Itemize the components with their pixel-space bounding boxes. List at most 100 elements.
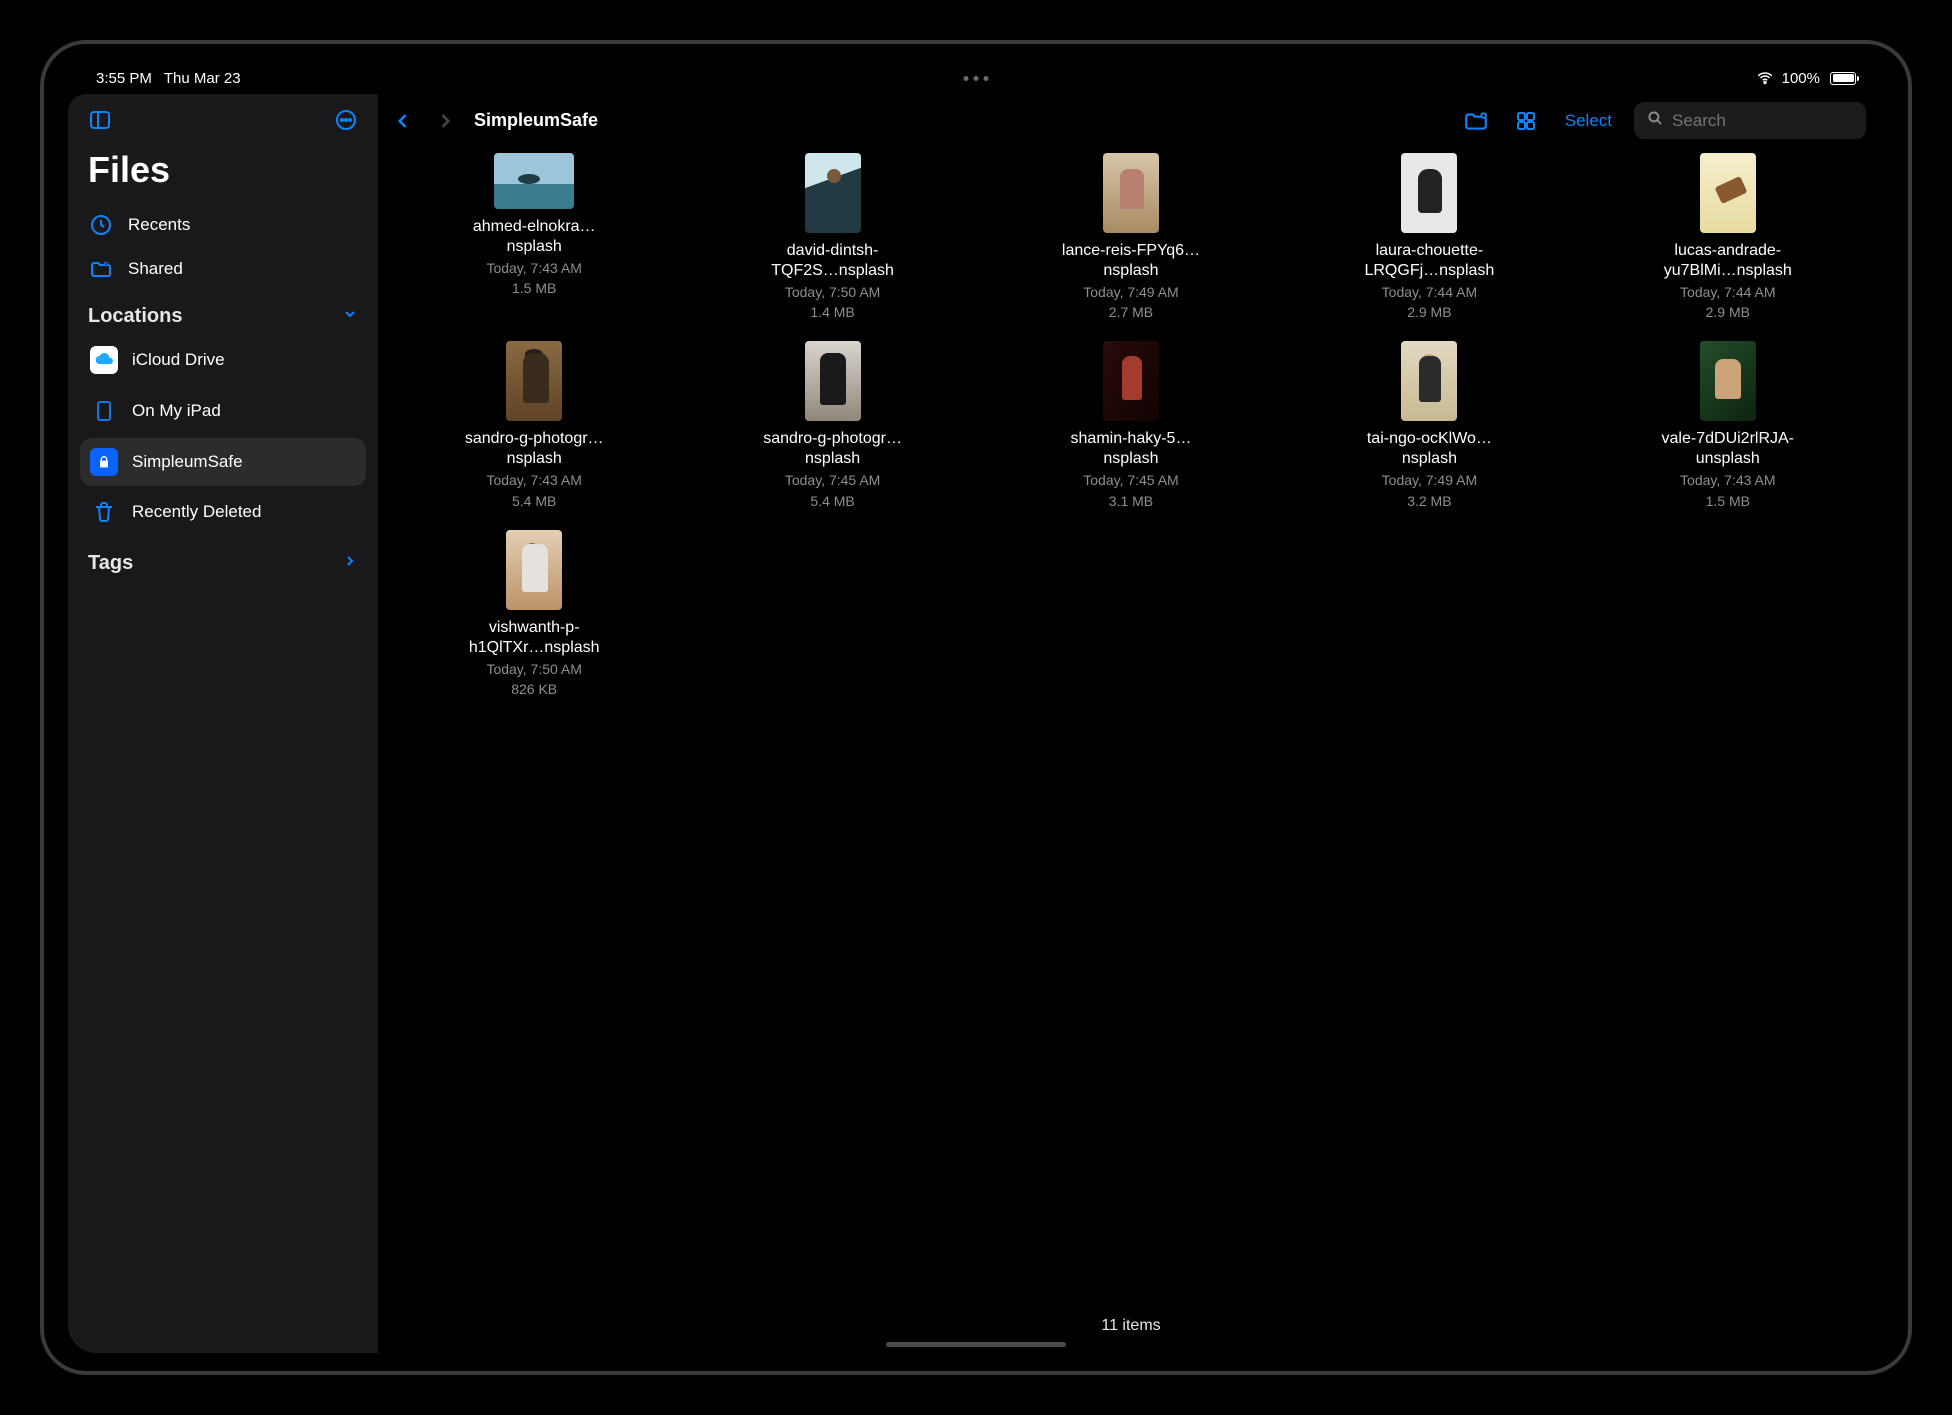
item-count: 11 items — [378, 1307, 1884, 1353]
file-thumbnail — [1103, 153, 1159, 233]
sidebar: Files Recents — [68, 94, 378, 1353]
file-time: Today, 7:49 AM — [1051, 283, 1211, 301]
file-name: vishwanth-p-h1QlTXr…nsplash — [454, 618, 614, 658]
file-name: david-dintsh-TQF2S…nsplash — [753, 241, 913, 281]
device-frame: 3:55 PM Thu Mar 23 100% — [40, 40, 1912, 1375]
file-time: Today, 7:43 AM — [454, 259, 614, 277]
chevron-right-icon — [342, 552, 358, 575]
file-name: lance-reis-FPYq6…nsplash — [1051, 241, 1211, 281]
icloud-icon — [90, 346, 118, 374]
file-time: Today, 7:44 AM — [1349, 283, 1509, 301]
file-size: 5.4 MB — [454, 492, 614, 510]
file-time: Today, 7:50 AM — [753, 283, 913, 301]
file-item[interactable]: lance-reis-FPYq6…nsplash Today, 7:49 AM 2.… — [1051, 153, 1211, 321]
file-thumbnail — [805, 153, 861, 233]
file-name: laura-chouette-LRQGFj…nsplash — [1349, 241, 1509, 281]
file-time: Today, 7:45 AM — [753, 471, 913, 489]
file-thumbnail — [1103, 341, 1159, 421]
multitask-dots[interactable] — [964, 76, 989, 81]
file-item[interactable]: shamin-haky-5…nsplashToday, 7:45 AM3.1 M… — [1051, 341, 1211, 509]
sidebar-item-onmyipad[interactable]: On My iPad — [80, 388, 366, 434]
section-tags[interactable]: Tags — [68, 536, 378, 581]
status-date: Thu Mar 23 — [164, 70, 241, 87]
content-area: SimpleumSafe — [378, 94, 1884, 1353]
file-item[interactable]: tai-ngo-ocKlWo…nsplash Today, 7:49 AM 3.2 … — [1349, 341, 1509, 509]
select-button[interactable]: Select — [1559, 111, 1618, 131]
file-item[interactable]: sandro-g-photogr…nsplash Today, 7:45 AM 5.… — [753, 341, 913, 509]
file-time: Today, 7:50 AM — [454, 660, 614, 678]
file-thumbnail — [1700, 341, 1756, 421]
file-size: 2.7 MB — [1051, 303, 1211, 321]
sidebar-item-icloud[interactable]: iCloud Drive — [80, 336, 366, 384]
folder-shared-icon — [88, 257, 114, 281]
sidebar-item-shared[interactable]: Shared — [68, 247, 378, 291]
sidebar-item-label: SimpleumSafe — [132, 452, 243, 472]
file-item[interactable]: vale-7dDUi2rlRJA-unsplash Today, 7:43 AM 1… — [1648, 341, 1808, 509]
sidebar-item-label: Recently Deleted — [132, 502, 261, 522]
battery-percent: 100% — [1782, 70, 1820, 87]
section-label: Tags — [88, 552, 133, 575]
file-name: sandro-g-photogr…nsplash — [753, 429, 913, 469]
sidebar-item-recents[interactable]: Recents — [68, 203, 378, 247]
file-time: Today, 7:43 AM — [1648, 471, 1808, 489]
sidebar-title: Files — [68, 145, 378, 203]
file-grid: ahmed-elnokra…nsplash Today, 7:43 AM 1.5 M… — [390, 153, 1872, 698]
file-thumbnail — [506, 341, 562, 421]
file-name: sandro-g-photogr…nsplash — [454, 429, 614, 469]
file-item[interactable]: ahmed-elnokra…nsplashToday, 7:43 AM1.5 M… — [454, 153, 614, 321]
file-item[interactable]: lucas-andrade-yu7BlMi…nsplash Today, 7:44… — [1648, 153, 1808, 321]
file-item[interactable]: laura-chouette-LRQGFj…nsplash Today, 7:44… — [1349, 153, 1509, 321]
file-name: vale-7dDUi2rlRJA-unsplash — [1648, 429, 1808, 469]
sidebar-item-simpleumsafe[interactable]: SimpleumSafe — [80, 438, 366, 486]
file-size: 826 KB — [454, 680, 614, 698]
file-name: lucas-andrade-yu7BlMi…nsplash — [1648, 241, 1808, 281]
file-time: Today, 7:49 AM — [1349, 471, 1509, 489]
file-thumbnail — [506, 530, 562, 610]
file-thumbnail — [494, 153, 574, 209]
battery-icon — [1830, 72, 1856, 85]
status-time: 3:55 PM — [96, 70, 152, 87]
file-size: 1.5 MB — [1648, 492, 1808, 510]
lock-icon — [90, 448, 118, 476]
file-item[interactable]: vishwanth-p-h1QlTXr…nsplash Today, 7:50 A… — [454, 530, 614, 698]
file-size: 5.4 MB — [753, 492, 913, 510]
file-size: 1.4 MB — [753, 303, 913, 321]
sidebar-item-label: On My iPad — [132, 401, 221, 421]
file-size: 2.9 MB — [1349, 303, 1509, 321]
trash-icon — [90, 500, 118, 524]
screen: 3:55 PM Thu Mar 23 100% — [68, 62, 1884, 1353]
file-size: 3.2 MB — [1349, 492, 1509, 510]
new-folder-button[interactable] — [1459, 104, 1493, 138]
toolbar: SimpleumSafe — [378, 94, 1884, 147]
chevron-down-icon — [342, 305, 358, 328]
search-icon — [1646, 109, 1664, 132]
section-locations[interactable]: Locations — [68, 291, 378, 334]
file-time: Today, 7:44 AM — [1648, 283, 1808, 301]
file-name: tai-ngo-ocKlWo…nsplash — [1349, 429, 1509, 469]
search-input[interactable] — [1672, 111, 1854, 131]
sidebar-item-label: iCloud Drive — [132, 350, 225, 370]
sidebar-item-recentlydeleted[interactable]: Recently Deleted — [80, 490, 366, 534]
file-name: shamin-haky-5…nsplash — [1051, 429, 1211, 469]
sidebar-toggle-icon[interactable] — [88, 108, 112, 137]
file-size: 2.9 MB — [1648, 303, 1808, 321]
file-item[interactable]: david-dintsh-TQF2S…nsplash Today, 7:50 AM… — [753, 153, 913, 321]
section-label: Locations — [88, 305, 182, 328]
view-grid-button[interactable] — [1509, 104, 1543, 138]
search-field[interactable] — [1634, 102, 1866, 139]
file-thumbnail — [1401, 341, 1457, 421]
back-button[interactable] — [386, 104, 420, 138]
file-thumbnail — [1700, 153, 1756, 233]
ipad-icon — [90, 398, 118, 424]
forward-button — [428, 104, 462, 138]
file-time: Today, 7:43 AM — [454, 471, 614, 489]
sidebar-more-icon[interactable] — [334, 108, 358, 137]
sidebar-item-label: Recents — [128, 215, 190, 235]
file-thumbnail — [805, 341, 861, 421]
home-indicator[interactable] — [886, 1342, 1066, 1347]
file-item[interactable]: sandro-g-photogr…nsplash Today, 7:43 AM 5.… — [454, 341, 614, 509]
page-title: SimpleumSafe — [474, 110, 598, 131]
file-name: ahmed-elnokra…nsplash — [454, 217, 614, 257]
status-bar: 3:55 PM Thu Mar 23 100% — [68, 62, 1884, 94]
wifi-icon — [1756, 69, 1774, 87]
